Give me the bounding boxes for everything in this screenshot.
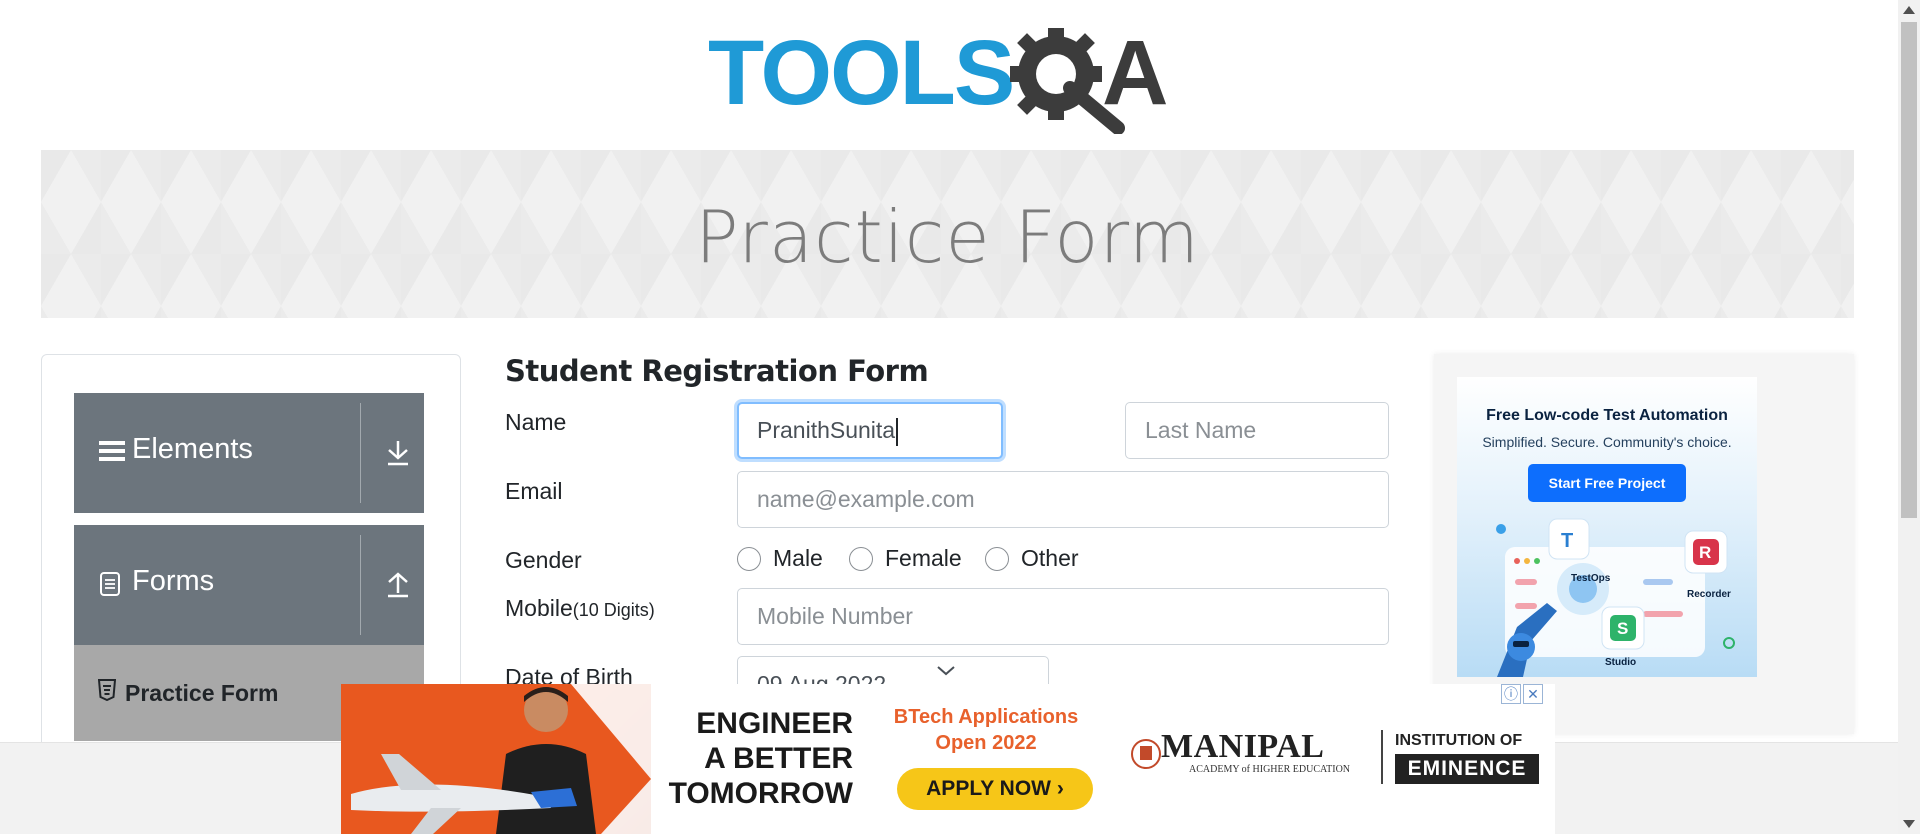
toolsqa-logo[interactable]: TOOLS A [708,22,1194,134]
radio-label: Female [885,545,962,571]
ad-headline-line: TOMORROW [668,777,853,810]
scroll-up-arrow-icon[interactable] [1903,6,1915,14]
ad-title: Free Low-code Test Automation [1486,407,1728,424]
ad-photo [341,684,651,834]
logo-text-a: A [1102,22,1168,124]
ad-subtitle: Simplified. Secure. Community's choice. [1482,434,1732,450]
start-free-project-button[interactable]: Start Free Project [1528,464,1686,502]
sidebar-item-label: Practice Form [125,680,279,706]
gender-radio-male[interactable]: Male [737,545,823,572]
gender-radio-other[interactable]: Other [985,545,1079,572]
mobile-label-text: Mobile [505,595,573,621]
scroll-down-arrow-icon[interactable] [1903,820,1915,828]
ad-person-with-plane-image [341,684,651,834]
first-name-input[interactable]: PranithSunita [737,402,1003,459]
mobile-hint: (10 Digits) [572,600,655,620]
sidebar-group-label: Forms [132,565,215,597]
page: TOOLS A Practice Form Elements Forms Pra… [0,0,1920,834]
text-caret [896,417,899,446]
ad-btech-line: Open 2022 [935,732,1037,754]
ad-info-icon[interactable]: ⓘ [1501,684,1521,704]
page-title: Practice Form [695,195,1200,279]
divider [360,535,361,635]
name-label: Name [505,409,567,435]
radio-label: Other [1021,545,1079,571]
html5-icon [98,679,116,701]
right-ad-container: Free Low-code Test Automation Simplified… [1434,354,1854,734]
right-ad[interactable]: Free Low-code Test Automation Simplified… [1457,377,1757,677]
manipal-seal-icon [1131,739,1161,769]
ad-btech-text: BTech Applications Open 2022 [886,704,1086,756]
sidebar-group-elements[interactable]: Elements [74,393,424,513]
email-label: Email [505,478,563,504]
document-icon [100,572,120,596]
radio-circle[interactable] [849,546,873,571]
ad-btech-line: BTech Applications [893,706,1079,728]
logo-text-tools: TOOLS [708,22,1013,124]
chevron-down-icon [937,666,955,676]
sidebar-group-label: Elements [132,433,253,465]
ad-caption-recorder: Recorder [1687,589,1731,600]
ad-headline-line: ENGINEER [696,707,853,740]
manipal-brand: MANIPAL [1161,728,1325,765]
radio-circle[interactable] [737,546,761,571]
institution-of-label: INSTITUTION OF [1395,732,1523,749]
scrollbar-thumb[interactable] [1901,22,1917,518]
eminence-badge: EMINENCE [1395,754,1539,784]
download-arrow-icon[interactable] [386,439,410,467]
divider [1381,730,1383,784]
svg-text:T: T [1561,530,1573,552]
bottom-ad-banner[interactable]: ENGINEER A BETTER TOMORROW BTech Applica… [341,684,1555,834]
ad-caption-testops: TestOps [1571,573,1611,584]
svg-text:S: S [1617,619,1628,638]
radio-label: Male [773,545,823,571]
hamburger-icon [99,441,125,461]
ad-close-icon[interactable]: ✕ [1523,684,1543,704]
email-input[interactable]: name@example.com [737,471,1389,528]
radio-circle[interactable] [985,546,1009,571]
apply-now-button[interactable]: APPLY NOW › [897,768,1093,810]
gender-label: Gender [505,547,582,573]
last-name-input[interactable]: Last Name [1125,402,1389,459]
divider [360,403,361,503]
first-name-value: PranithSunita [757,417,896,443]
mobile-input[interactable]: Mobile Number [737,588,1389,645]
page-banner: Practice Form [41,150,1854,318]
ad-headline-line: A BETTER [704,742,853,775]
form-title: Student Registration Form [505,354,929,388]
apply-now-label: APPLY NOW [926,777,1052,800]
gender-radio-female[interactable]: Female [849,545,962,572]
svg-text:R: R [1699,543,1711,562]
ad-caption-studio: Studio [1605,657,1637,668]
upload-arrow-icon[interactable] [386,571,410,599]
mobile-label: Mobile(10 Digits) [505,595,655,622]
ad-headline: ENGINEER A BETTER TOMORROW [663,706,853,811]
vertical-scrollbar[interactable] [1898,0,1920,834]
sidebar-group-forms[interactable]: Forms [74,525,424,645]
manipal-subtitle: ACADEMY of HIGHER EDUCATION [1189,764,1351,775]
ad-controls: ⓘ ✕ [1501,684,1543,704]
